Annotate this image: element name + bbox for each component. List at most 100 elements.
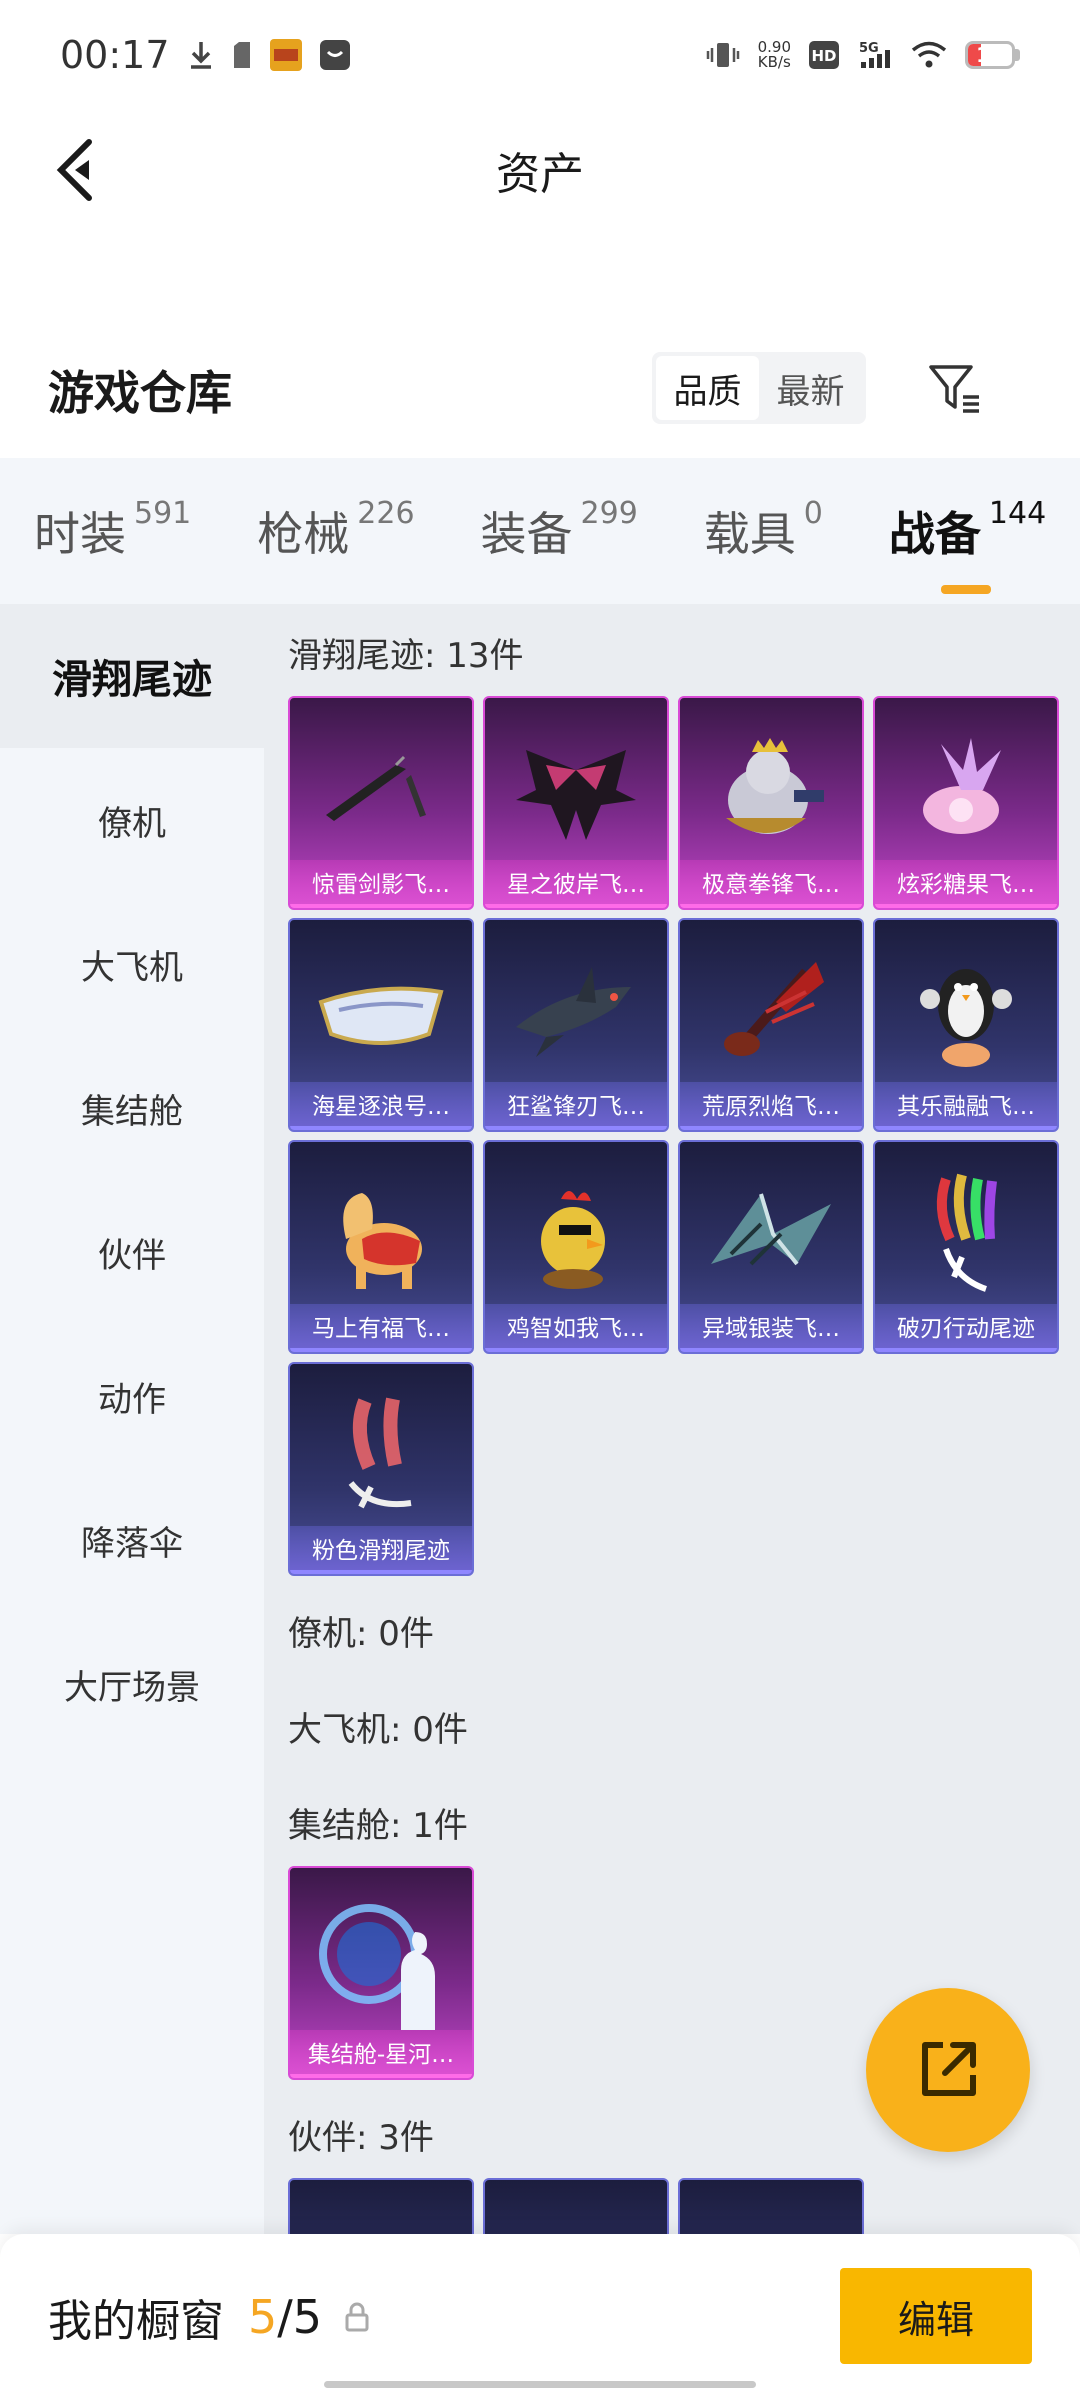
sidebar-item-glide-trail[interactable]: 滑翔尾迹 — [0, 604, 264, 748]
tab-vehicles[interactable]: 载具 0 — [703, 496, 823, 564]
asset-card[interactable] — [483, 2178, 669, 2234]
asset-card[interactable] — [288, 2178, 474, 2234]
candy-icon — [895, 720, 1037, 860]
asset-card[interactable]: 极意拳锋飞… — [678, 696, 864, 910]
category-tabs: 时装 591 枪械 226 装备 299 载具 0 战备 144 — [0, 458, 1080, 604]
sort-newest-button[interactable]: 最新 — [759, 356, 862, 420]
asset-name: 狂鲨锋刃飞… — [485, 1082, 667, 1130]
partner-icon — [700, 2202, 842, 2234]
warehouse-title: 游戏仓库 — [48, 366, 232, 420]
tab-equipment[interactable]: 装备 299 — [481, 496, 638, 564]
tab-count: 0 — [803, 496, 823, 531]
sort-quality-button[interactable]: 品质 — [656, 356, 759, 420]
asset-name: 其乐融融飞… — [875, 1082, 1057, 1130]
game-app-icon — [269, 39, 302, 71]
tab-fashion[interactable]: 时装 591 — [34, 496, 192, 564]
sidebar-item-assembly-pod[interactable]: 集结舱 — [0, 1036, 264, 1180]
sidebar-item-lobby-scene[interactable]: 大厅场景 — [0, 1612, 264, 1756]
rainbow-smoke-icon — [895, 1164, 1037, 1304]
blade-icon — [310, 720, 452, 860]
home-indicator[interactable] — [324, 2381, 756, 2388]
asset-name: 集结舱-星河… — [290, 2030, 472, 2078]
item-grid — [288, 2178, 1068, 2234]
sim-card-icon — [232, 40, 252, 70]
asset-name: 海星逐浪号… — [290, 1082, 472, 1130]
asset-card[interactable]: 炫彩糖果飞… — [873, 696, 1059, 910]
status-time: 00:17 — [60, 33, 170, 77]
asset-card[interactable]: 粉色滑翔尾迹 — [288, 1362, 474, 1576]
sidebar-item-big-plane[interactable]: 大飞机 — [0, 892, 264, 1036]
sidebar-item-wingman[interactable]: 僚机 — [0, 748, 264, 892]
back-button[interactable] — [40, 132, 110, 208]
sidebar-item-emote[interactable]: 动作 — [0, 1324, 264, 1468]
flame-guitar-icon — [700, 942, 842, 1082]
boat-icon — [310, 942, 452, 1082]
sort-toggle: 品质 最新 — [652, 352, 866, 424]
asset-name: 荒原烈焰飞… — [680, 1082, 862, 1130]
section-title: 僚机: 0件 — [288, 1613, 434, 1654]
asset-card[interactable]: 集结舱-星河… — [288, 1866, 474, 2080]
silver-wing-icon — [700, 1164, 842, 1304]
asset-card[interactable]: 星之彼岸飞… — [483, 696, 669, 910]
page-title: 资产 — [496, 149, 584, 200]
edit-button[interactable]: 编辑 — [840, 2268, 1032, 2364]
asset-card[interactable]: 海星逐浪号… — [288, 918, 474, 1132]
lock-icon — [344, 2302, 370, 2332]
tab-label: 载具 — [703, 507, 796, 561]
showcase-max: 5 — [292, 2290, 323, 2344]
portal-icon — [310, 1890, 452, 2030]
wifi-icon — [911, 41, 947, 69]
active-tab-indicator — [940, 585, 991, 594]
hd-label: HD — [811, 47, 836, 65]
showcase-separator: / — [277, 2290, 293, 2344]
asset-card[interactable]: 惊雷剑影飞… — [288, 696, 474, 910]
asset-card[interactable]: 马上有福飞… — [288, 1140, 474, 1354]
asset-card[interactable] — [678, 2178, 864, 2234]
battery-icon: 15 — [965, 41, 1020, 69]
status-bar: 00:17 0.90 KB/s HD 5G 15 — [0, 0, 1080, 110]
sidebar-item-partner[interactable]: 伙伴 — [0, 1180, 264, 1324]
asset-card[interactable]: 其乐融融飞… — [873, 918, 1059, 1132]
tab-label: 时装 — [34, 507, 126, 561]
filter-icon — [929, 365, 979, 413]
showcase-label: 我的橱窗 — [48, 2296, 224, 2347]
chicken-icon — [505, 1164, 647, 1304]
item-grid: 惊雷剑影飞… 星之彼岸飞… 极意拳锋飞… 炫彩糖果飞… 海星逐浪号… 狂鲨锋刃飞… 荒原烈焰… — [288, 696, 1068, 1576]
asset-card[interactable]: 异域银装飞… — [678, 1140, 864, 1354]
tab-count: 226 — [357, 496, 415, 531]
asset-name: 马上有福飞… — [290, 1304, 472, 1352]
showcase-current: 5 — [248, 2290, 278, 2344]
signal-5g-icon: 5G — [857, 40, 893, 70]
network-speed-unit: KB/s — [757, 53, 791, 71]
horse-icon — [310, 1164, 452, 1304]
pink-smoke-icon — [310, 1386, 452, 1526]
warehouse-header: 游戏仓库 品质 最新 — [0, 330, 1080, 450]
showcase-count: 5/5 — [248, 2290, 322, 2344]
share-button[interactable] — [866, 1988, 1030, 2152]
tab-count: 144 — [988, 496, 1047, 531]
partner-icon — [310, 2202, 452, 2234]
network-speed: 0.90 KB/s — [758, 40, 791, 70]
asset-name: 星之彼岸飞… — [485, 860, 667, 908]
tab-label: 战备 — [888, 507, 981, 561]
section-title: 滑翔尾迹: 13件 — [288, 635, 524, 676]
share-icon — [922, 2042, 976, 2096]
asset-name: 惊雷剑影飞… — [290, 860, 472, 908]
asset-card[interactable]: 鸡智如我飞… — [483, 1140, 669, 1354]
asset-card[interactable]: 荒原烈焰飞… — [678, 918, 864, 1132]
tab-guns[interactable]: 枪械 226 — [257, 496, 415, 564]
partner-icon — [505, 2202, 647, 2234]
asset-name: 鸡智如我飞… — [485, 1304, 667, 1352]
download-icon — [188, 40, 214, 70]
asset-card[interactable]: 狂鲨锋刃飞… — [483, 918, 669, 1132]
asset-card[interactable]: 破刃行动尾迹 — [873, 1140, 1059, 1354]
section-title: 集结舱: 1件 — [288, 1805, 468, 1846]
asset-name: 破刃行动尾迹 — [875, 1304, 1057, 1352]
sidebar-item-parachute[interactable]: 降落伞 — [0, 1468, 264, 1612]
tab-war-prep[interactable]: 战备 144 — [888, 496, 1047, 594]
tab-count: 591 — [134, 496, 192, 531]
sidebar: 滑翔尾迹 僚机 大飞机 集结舱 伙伴 动作 降落伞 大厅场景 — [0, 604, 264, 2234]
message-app-icon — [319, 40, 350, 70]
filter-button[interactable] — [920, 354, 990, 424]
hd-icon: HD — [809, 41, 839, 69]
